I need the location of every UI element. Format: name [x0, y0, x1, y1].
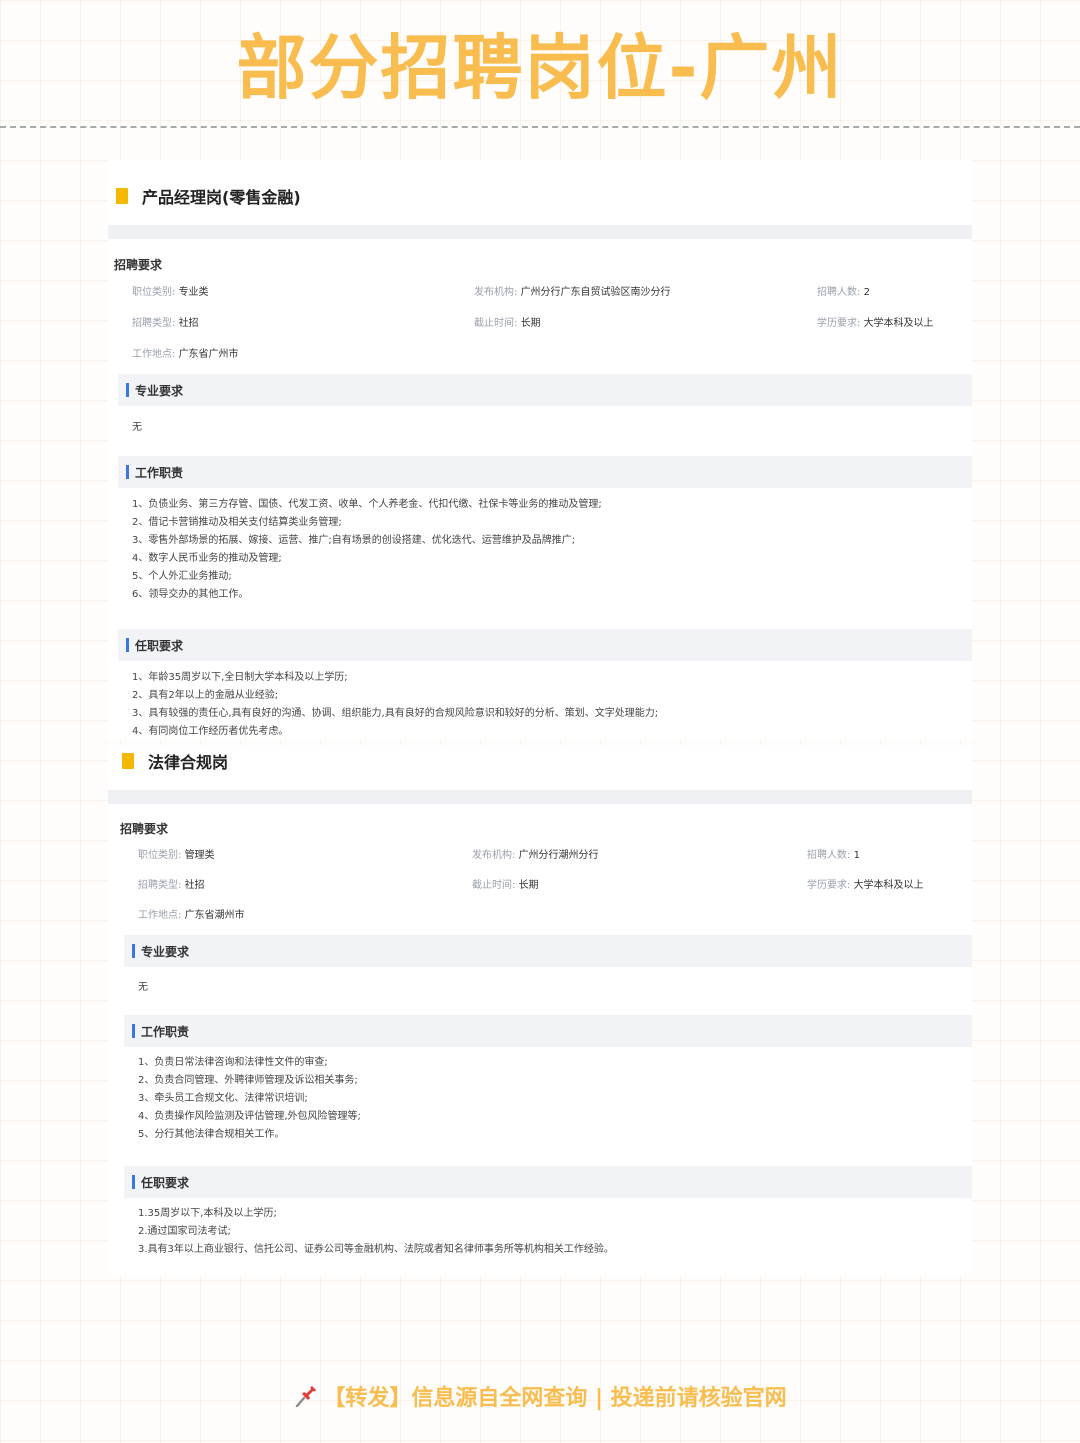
info-type: 招聘类型: 社招	[138, 880, 205, 891]
info-deadline: 截止时间: 长期	[472, 880, 539, 891]
info-category: 职位类别: 管理类	[138, 850, 215, 861]
info-org: 发布机构: 广州分行潮州分行	[472, 850, 599, 861]
info-location: 工作地点: 广东省广州市	[132, 349, 239, 360]
recruit-heading: 招聘要求	[120, 822, 169, 836]
major-text: 无	[138, 982, 148, 993]
list-item: 5、个人外汇业务推动;	[132, 571, 232, 582]
info-org: 发布机构: 广州分行广东自贸试验区南沙分行	[474, 287, 671, 298]
footer-note: 【转发】信息源自全网查询 | 投递前请核验官网	[0, 1380, 1080, 1412]
pushpin-icon	[293, 1383, 319, 1409]
section-duties: 工作职责	[124, 1015, 972, 1047]
list-item: 2、借记卡营销推动及相关支付结算类业务管理;	[132, 517, 342, 528]
dashed-divider	[0, 126, 1080, 128]
list-item: 4、负责操作风险监测及评估管理,外包风险管理等;	[138, 1111, 361, 1122]
list-item: 1、负责日常法律咨询和法律性文件的审查;	[138, 1057, 328, 1068]
bookmark-icon	[122, 753, 134, 769]
job-title-text: 法律合规岗	[148, 753, 229, 772]
list-item: 4、数字人民币业务的推动及管理;	[132, 553, 282, 564]
list-item: 1.35周岁以下,本科及以上学历;	[138, 1208, 277, 1219]
job-title-2: 法律合规岗	[122, 749, 228, 773]
info-category: 职位类别: 专业类	[132, 287, 209, 298]
section-qualifications: 任职要求	[124, 1166, 972, 1198]
bookmark-icon	[116, 188, 128, 204]
list-item: 2、具有2年以上的金融从业经验;	[132, 690, 279, 701]
job-title-1: 产品经理岗(零售金融)	[116, 184, 301, 208]
job-title-text: 产品经理岗(零售金融)	[142, 188, 301, 207]
info-education: 学历要求: 大学本科及以上	[817, 318, 934, 329]
list-item: 4、有同岗位工作经历者优先考虑。	[132, 726, 289, 737]
footer-text: 【转发】信息源自全网查询 | 投递前请核验官网	[323, 1386, 787, 1411]
list-item: 1、年龄35周岁以下,全日制大学本科及以上学历;	[132, 672, 348, 683]
section-major: 专业要求	[124, 935, 972, 967]
info-deadline: 截止时间: 长期	[474, 318, 541, 329]
duties-list: 1、负债业务、第三方存管、国债、代发工资、收单、个人养老金、代扣代缴、社保卡等业…	[132, 496, 602, 604]
section-major: 专业要求	[118, 374, 972, 406]
list-item: 3、零售外部场景的拓展、嫁接、运营、推广;自有场景的创设搭建、优化迭代、运营维护…	[132, 535, 576, 546]
list-item: 2.通过国家司法考试;	[138, 1226, 231, 1237]
info-count: 招聘人数: 1	[807, 850, 860, 861]
list-item: 3、具有较强的责任心,具有良好的沟通、协调、组织能力,具有良好的合规风险意识和较…	[132, 708, 659, 719]
info-location: 工作地点: 广东省潮州市	[138, 910, 245, 921]
list-item: 2、负责合同管理、外聘律师管理及诉讼相关事务;	[138, 1075, 358, 1086]
duties-list: 1、负责日常法律咨询和法律性文件的审查; 2、负责合同管理、外聘律师管理及诉讼相…	[138, 1054, 361, 1144]
list-item: 5、分行其他法律合规相关工作。	[138, 1129, 285, 1140]
info-count: 招聘人数: 2	[817, 287, 870, 298]
list-item: 6、领导交办的其他工作。	[132, 589, 249, 600]
page-title: 部分招聘岗位-广州	[236, 27, 844, 109]
section-qualifications: 任职要求	[118, 629, 972, 661]
qualifications-list: 1.35周岁以下,本科及以上学历; 2.通过国家司法考试; 3.具有3年以上商业…	[138, 1205, 614, 1259]
info-education: 学历要求: 大学本科及以上	[807, 880, 924, 891]
separator-band	[108, 790, 972, 804]
section-duties: 工作职责	[118, 456, 972, 488]
list-item: 1、负债业务、第三方存管、国债、代发工资、收单、个人养老金、代扣代缴、社保卡等业…	[132, 499, 602, 510]
list-item: 3、牵头员工合规文化、法律常识培训;	[138, 1093, 308, 1104]
info-type: 招聘类型: 社招	[132, 318, 199, 329]
separator-band	[108, 225, 972, 239]
major-text: 无	[132, 422, 142, 433]
list-item: 3.具有3年以上商业银行、信托公司、证券公司等金融机构、法院或者知名律师事务所等…	[138, 1244, 614, 1255]
recruit-heading: 招聘要求	[114, 258, 163, 272]
qualifications-list: 1、年龄35周岁以下,全日制大学本科及以上学历; 2、具有2年以上的金融从业经验…	[132, 669, 658, 741]
